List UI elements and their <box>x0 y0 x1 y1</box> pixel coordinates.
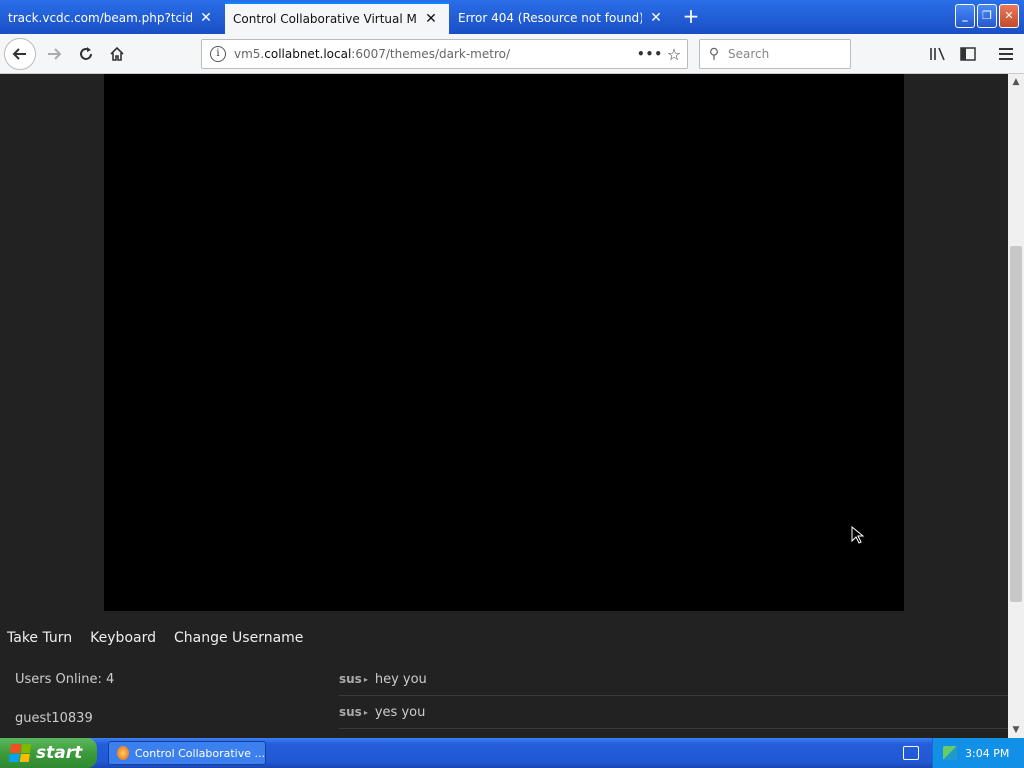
chat-message: sus ▸ yes you <box>339 696 1008 729</box>
tab-collabvm[interactable]: Control Collaborative Virtual Machines! … <box>225 2 449 34</box>
arrow-right-icon <box>48 48 62 60</box>
collabvm-page: Take Turn Keyboard Change Username Users… <box>0 74 1008 738</box>
tab-label: Error 404 (Resource not found) <box>458 11 642 25</box>
url-path: :6007/themes/dark-metro/ <box>351 47 510 61</box>
start-label: start <box>36 743 83 763</box>
home-button[interactable] <box>101 38 133 70</box>
sidebar-icon[interactable] <box>952 38 984 70</box>
tab-label: Control Collaborative Virtual Machines! <box>233 12 417 26</box>
take-turn-button[interactable]: Take Turn <box>7 630 72 646</box>
library-icon[interactable] <box>922 38 954 70</box>
info-icon[interactable]: i <box>210 46 226 62</box>
search-icon: ⚲ <box>708 46 720 62</box>
start-button[interactable]: start <box>0 738 97 768</box>
taskbar-item-label: Control Collaborative ... <box>134 746 265 760</box>
windows-taskbar: start Control Collaborative ... 3:04 PM <box>0 738 1024 768</box>
scrollbar-thumb[interactable] <box>1010 246 1022 602</box>
system-tray: 3:04 PM <box>932 738 1024 768</box>
network-icon[interactable] <box>943 746 957 760</box>
home-icon <box>110 46 124 61</box>
user-list-item[interactable]: guest10839 <box>15 711 93 726</box>
close-icon[interactable]: ✕ <box>648 10 664 26</box>
windows-logo-icon <box>8 744 32 762</box>
url-prefix: vm5. <box>234 47 265 61</box>
new-tab-button[interactable]: + <box>680 6 702 28</box>
chat-sender: sus <box>339 672 362 686</box>
vm-controls: Take Turn Keyboard Change Username <box>7 630 303 646</box>
clock[interactable]: 3:04 PM <box>965 747 1009 760</box>
url-bar[interactable]: i vm5.collabnet.local:6007/themes/dark-m… <box>201 39 688 69</box>
chat-arrow-icon: ▸ <box>363 674 368 684</box>
users-online-count: Users Online: 4 <box>15 672 115 687</box>
scroll-up-icon[interactable]: ▲ <box>1008 74 1024 90</box>
chat-log: sus ▸ hey you sus ▸ yes you <box>339 663 1008 729</box>
page-scrollbar[interactable]: ▲ ▼ <box>1008 74 1024 738</box>
hamburger-menu-icon[interactable] <box>990 38 1022 70</box>
scroll-down-icon[interactable]: ▼ <box>1008 722 1024 738</box>
chat-sender: sus <box>339 705 362 719</box>
url-host: collabnet.local <box>264 47 352 61</box>
tab-tracker[interactable]: track.vcdc.com/beam.php?tcid=&targ ✕ <box>0 2 224 34</box>
change-username-button[interactable]: Change Username <box>174 630 303 646</box>
close-icon[interactable]: ✕ <box>198 10 214 26</box>
chat-arrow-icon: ▸ <box>363 707 368 717</box>
keyboard-tray-icon[interactable] <box>903 746 919 760</box>
restore-button[interactable]: ❐ <box>977 4 997 28</box>
keyboard-button[interactable]: Keyboard <box>90 630 156 646</box>
forward-button[interactable] <box>38 38 70 70</box>
url-text[interactable]: vm5.collabnet.local:6007/themes/dark-met… <box>234 47 637 61</box>
tab-strip: track.vcdc.com/beam.php?tcid=&targ ✕ Con… <box>0 0 1024 34</box>
hamburger-glyph <box>999 48 1013 60</box>
minimize-button[interactable]: _ <box>955 4 975 28</box>
bookmark-star-icon[interactable]: ☆ <box>661 45 687 64</box>
chat-message: sus ▸ hey you <box>339 663 1008 696</box>
chat-text: hey you <box>374 671 427 687</box>
search-input[interactable]: ⚲ Search <box>699 39 851 69</box>
arrow-left-icon <box>12 48 26 60</box>
nav-toolbar: i vm5.collabnet.local:6007/themes/dark-m… <box>0 34 1024 74</box>
library-glyph <box>930 47 945 61</box>
reload-button[interactable] <box>70 38 102 70</box>
sidebar-glyph <box>960 47 976 61</box>
back-button[interactable] <box>4 38 36 70</box>
tab-error-404[interactable]: Error 404 (Resource not found) ✕ <box>450 2 674 34</box>
reload-icon <box>80 47 92 60</box>
mouse-cursor-icon <box>851 526 865 544</box>
close-window-button[interactable]: ✕ <box>999 4 1019 28</box>
close-icon[interactable]: ✕ <box>423 11 439 27</box>
search-placeholder: Search <box>728 47 770 61</box>
page-actions-button[interactable]: ••• <box>637 47 662 61</box>
taskbar-item-firefox[interactable]: Control Collaborative ... <box>108 741 266 765</box>
tab-label: track.vcdc.com/beam.php?tcid=&targ <box>8 11 192 25</box>
chat-text: yes you <box>374 704 426 720</box>
firefox-icon <box>117 746 129 760</box>
user-list: guest10839 <box>15 711 93 726</box>
vm-display[interactable] <box>104 74 904 611</box>
